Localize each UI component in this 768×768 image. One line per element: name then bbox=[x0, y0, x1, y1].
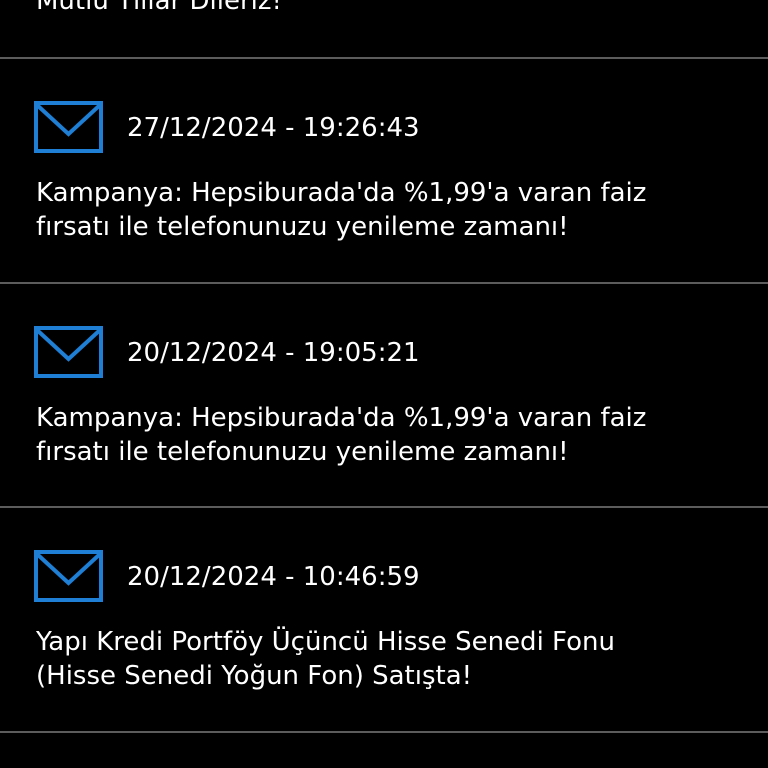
message-list: Mutlu Yıllar Dileriz! 27/12/2024 - 19:26… bbox=[0, 0, 768, 768]
message-item[interactable]: 20/12/2024 - 10:46:59 Yapı Kredi Portföy… bbox=[0, 508, 768, 730]
message-item-partial[interactable]: Mutlu Yıllar Dileriz! bbox=[0, 0, 768, 58]
message-text-line: Kampanya: Hepsiburada'da %1,99'a varan f… bbox=[36, 178, 647, 208]
message-timestamp: 20/12/2024 - 19:05:21 bbox=[127, 338, 420, 368]
message-timestamp: 20/12/2024 - 10:46:59 bbox=[127, 562, 420, 592]
message-text-line: Yapı Kredi Portföy Üçüncü Hisse Senedi F… bbox=[36, 627, 615, 657]
message-text: Kampanya: Hepsiburada'da %1,99'a varan f… bbox=[36, 401, 736, 469]
envelope-icon bbox=[34, 326, 103, 378]
message-text-line: fırsatı ile telefonunuzu yenileme zamanı… bbox=[36, 437, 569, 467]
message-text: Yapı Kredi Portföy Üçüncü Hisse Senedi F… bbox=[36, 625, 736, 693]
message-text: Mutlu Yıllar Dileriz! bbox=[36, 0, 282, 16]
message-text: Kampanya: Hepsiburada'da %1,99'a varan f… bbox=[36, 176, 736, 244]
message-item[interactable]: 20/12/2024 - 19:05:21 Kampanya: Hepsibur… bbox=[0, 284, 768, 506]
divider bbox=[0, 731, 768, 733]
message-timestamp: 27/12/2024 - 19:26:43 bbox=[127, 113, 420, 143]
envelope-icon bbox=[34, 101, 103, 153]
message-text-line: fırsatı ile telefonunuzu yenileme zamanı… bbox=[36, 212, 569, 242]
message-text-line: (Hisse Senedi Yoğun Fon) Satışta! bbox=[36, 661, 473, 691]
envelope-icon bbox=[34, 550, 103, 602]
message-text-line: Kampanya: Hepsiburada'da %1,99'a varan f… bbox=[36, 403, 647, 433]
message-item[interactable]: 27/12/2024 - 19:26:43 Kampanya: Hepsibur… bbox=[0, 59, 768, 281]
